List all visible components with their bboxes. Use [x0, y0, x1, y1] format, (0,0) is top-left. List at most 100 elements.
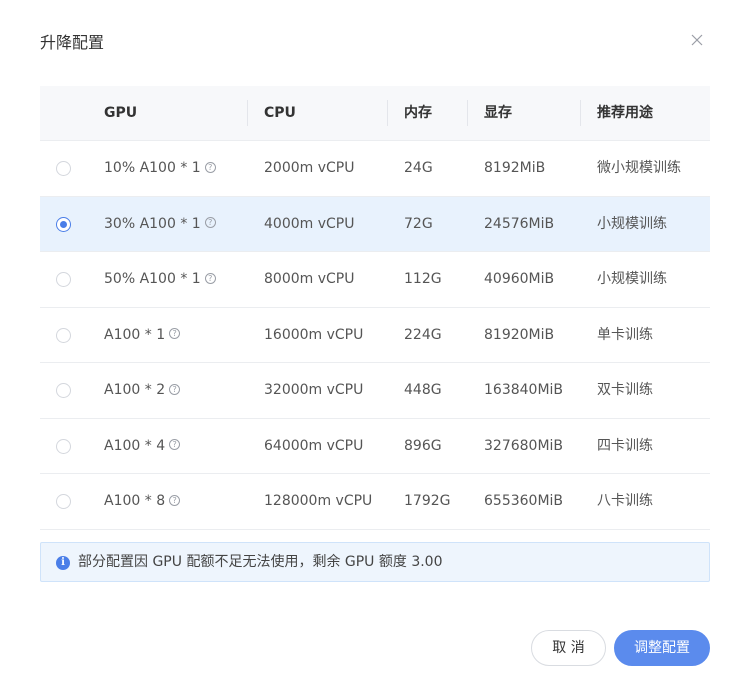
cell-vram-text: 81920MiB [484, 326, 555, 343]
cell-memory: 896G [404, 419, 442, 474]
row-radio[interactable] [56, 438, 71, 454]
cell-cpu-text: 4000m vCPU [264, 215, 355, 232]
row-radio[interactable] [56, 494, 71, 509]
header-cpu: CPU [264, 105, 296, 121]
cell-memory-text: 448G [404, 382, 442, 398]
cell-gpu-text: 50% A100 * 1 [104, 271, 201, 287]
upgrade-config-dialog: 升降配置 GPU CPU 内存 显存 推荐用途 10% A100 * 1? 200… [0, 0, 750, 698]
cell-memory-text: 896G [404, 437, 442, 454]
cell-cpu-text: 128000m vCPU [264, 493, 373, 509]
cell-cpu: 2000m vCPU [264, 141, 354, 196]
cell-memory-text: 112G [404, 271, 442, 287]
cell-usage: 小规模训练 [597, 197, 667, 252]
cell-gpu: 30% A100 * 1? [104, 197, 216, 252]
table-row[interactable]: A100 * 2? 32000m vCPU 448G 163840MiB 双卡训练 [40, 363, 710, 419]
header-memory: 内存 [404, 105, 432, 121]
help-icon[interactable]: ? [204, 217, 216, 228]
cell-cpu-text: 16000m vCPU [264, 326, 364, 343]
cell-vram-text: 327680MiB [484, 437, 564, 454]
header-divider [387, 100, 388, 126]
cell-gpu-text: A100 * 2 [104, 382, 166, 398]
cell-gpu: A100 * 8? [104, 474, 181, 529]
dialog-title: 升降配置 [40, 33, 105, 52]
cell-memory-text: 1792G [404, 493, 451, 509]
cell-cpu-text: 2000m vCPU [264, 160, 355, 176]
cell-memory: 1792G [404, 474, 450, 529]
info-icon: i [56, 556, 70, 570]
cell-vram: 655360MiB [484, 474, 563, 529]
cell-usage: 八卡训练 [597, 474, 653, 529]
cell-usage: 小规模训练 [597, 252, 667, 307]
header-usage: 推荐用途 [597, 105, 653, 121]
cell-gpu-text: 30% A100 * 1 [104, 215, 201, 232]
cell-usage-text: 八卡训练 [597, 493, 653, 509]
cell-usage-text: 四卡训练 [597, 437, 653, 454]
header-divider [467, 100, 468, 126]
cell-memory-text: 24G [404, 160, 433, 176]
row-radio[interactable] [56, 383, 71, 398]
cancel-button[interactable]: 取 消 [531, 630, 606, 666]
table-row[interactable]: A100 * 4? 64000m vCPU 896G 327680MiB 四卡训练 [40, 419, 710, 474]
help-icon[interactable]: ? [169, 383, 181, 395]
row-radio[interactable] [56, 327, 71, 343]
close-icon[interactable] [686, 29, 708, 51]
cell-cpu: 128000m vCPU [264, 474, 372, 529]
help-icon[interactable]: ? [169, 439, 181, 450]
cell-vram-text: 163840MiB [484, 382, 564, 398]
cell-usage: 四卡训练 [597, 419, 653, 474]
cell-cpu: 16000m vCPU [264, 308, 363, 363]
cell-vram: 327680MiB [484, 419, 563, 474]
cell-cpu-text: 8000m vCPU [264, 271, 355, 287]
cell-memory-text: 72G [404, 215, 433, 232]
cell-cpu: 32000m vCPU [264, 363, 363, 418]
cell-usage-text: 双卡训练 [597, 382, 653, 398]
row-radio[interactable] [56, 216, 71, 232]
table-row[interactable]: 50% A100 * 1? 8000m vCPU 112G 40960MiB 小规模训练 [40, 252, 710, 308]
cell-cpu-text: 64000m vCPU [264, 437, 364, 454]
cell-vram: 8192MiB [484, 141, 545, 196]
cell-memory: 24G [404, 141, 433, 196]
cell-usage: 微小规模训练 [597, 141, 681, 196]
cell-cpu-text: 32000m vCPU [264, 382, 364, 398]
cell-usage: 双卡训练 [597, 363, 653, 418]
cell-usage-text: 小规模训练 [597, 271, 667, 287]
header-divider [580, 100, 581, 126]
confirm-button[interactable]: 调整配置 [614, 630, 710, 666]
cell-gpu: 50% A100 * 1? [104, 252, 216, 307]
cell-memory: 112G [404, 252, 442, 307]
cell-usage-text: 微小规模训练 [597, 160, 681, 176]
help-icon[interactable]: ? [204, 272, 216, 284]
table-row[interactable]: 10% A100 * 1? 2000m vCPU 24G 8192MiB 微小规模训练 [40, 141, 710, 197]
help-icon[interactable]: ? [204, 161, 216, 173]
help-icon[interactable]: ? [169, 494, 181, 506]
cell-memory-text: 224G [404, 326, 442, 343]
table-row[interactable]: A100 * 1? 16000m vCPU 224G 81920MiB 单卡训练 [40, 308, 710, 363]
cell-vram: 163840MiB [484, 363, 563, 418]
cell-gpu: A100 * 4? [104, 419, 181, 474]
table-header: GPU CPU 内存 显存 推荐用途 [40, 86, 710, 141]
cell-usage: 单卡训练 [597, 308, 653, 363]
cell-gpu: 10% A100 * 1? [104, 141, 216, 196]
notice-text: 部分配置因 GPU 配额不足无法使用，剩余 GPU 额度 3.00 [78, 554, 443, 570]
help-icon[interactable]: ? [169, 328, 181, 339]
cell-cpu: 8000m vCPU [264, 252, 354, 307]
cell-gpu-text: A100 * 8 [104, 493, 166, 509]
cell-vram: 81920MiB [484, 308, 554, 363]
cell-vram-text: 8192MiB [484, 160, 546, 176]
cell-vram: 40960MiB [484, 252, 554, 307]
cell-vram-text: 24576MiB [484, 215, 555, 232]
cell-gpu-text: 10% A100 * 1 [104, 160, 201, 176]
table-body: 10% A100 * 1? 2000m vCPU 24G 8192MiB 微小规模训练 3… [40, 141, 710, 530]
config-table: GPU CPU 内存 显存 推荐用途 10% A100 * 1? 2000m vC… [40, 86, 710, 530]
cell-vram: 24576MiB [484, 197, 554, 252]
table-row[interactable]: A100 * 8? 128000m vCPU 1792G 655360MiB 八卡训练 [40, 474, 710, 530]
cell-gpu: A100 * 1? [104, 308, 181, 363]
table-row[interactable]: 30% A100 * 1? 4000m vCPU 72G 24576MiB 小规模训练 [40, 196, 710, 252]
quota-notice: i 部分配置因 GPU 配额不足无法使用，剩余 GPU 额度 3.00 [40, 542, 710, 582]
cell-memory: 224G [404, 308, 442, 363]
row-radio[interactable] [56, 161, 71, 176]
cell-vram-text: 40960MiB [484, 271, 555, 287]
header-vram: 显存 [484, 105, 512, 121]
row-radio[interactable] [56, 272, 71, 287]
cell-memory: 72G [404, 197, 433, 252]
